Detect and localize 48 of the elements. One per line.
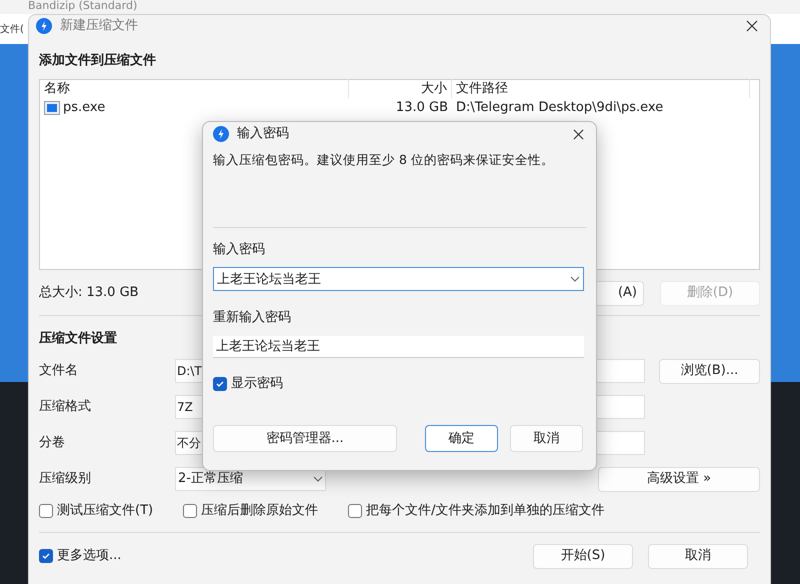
- button[interactable]: 浏览(B)...: [659, 358, 760, 384]
- button[interactable]: 确定: [425, 425, 498, 452]
- checkmark-icon: [215, 378, 225, 388]
- checkbox-label: 测试压缩文件(T): [57, 502, 154, 520]
- description: 输入压缩包密码。建议使用至少 8 位的密码来保证安全性。: [213, 151, 555, 169]
- checkbox[interactable]: [213, 376, 227, 390]
- column-header[interactable]: 大小: [349, 78, 452, 98]
- field-label: 分卷: [39, 434, 66, 452]
- column-header[interactable]: 文件路径: [452, 78, 750, 98]
- total-size: 总大小: 13.0 GB: [39, 284, 140, 302]
- password-field[interactable]: 上老王论坛当老王: [213, 336, 584, 358]
- window-title: Bandizip (Standard): [28, 0, 138, 11]
- app-logo-icon: [213, 126, 229, 142]
- checkbox-label: 显示密码: [231, 374, 283, 393]
- button[interactable]: 开始(S): [533, 544, 633, 568]
- checkbox[interactable]: [39, 549, 53, 563]
- section-heading: 压缩文件设置: [39, 330, 117, 348]
- file-icon: [44, 100, 60, 114]
- column-header[interactable]: 名称: [40, 78, 349, 98]
- field-label: 输入密码: [213, 240, 266, 259]
- chevron-down-icon: [313, 476, 323, 482]
- field-label: 压缩格式: [39, 398, 92, 416]
- app-logo-icon: [36, 18, 52, 34]
- table-cell-text: D:\Telegram Desktop\9di\ps.exe: [455, 98, 664, 117]
- menu-item[interactable]: 文件(: [0, 22, 24, 36]
- password-field[interactable]: 上老王论坛当老王: [213, 267, 584, 292]
- button[interactable]: 密码管理器...: [213, 425, 397, 452]
- field-label: 重新输入密码: [213, 309, 292, 328]
- close-icon[interactable]: [573, 128, 584, 140]
- field-label: 压缩级别: [39, 470, 92, 488]
- section-heading: 添加文件到压缩文件: [39, 52, 157, 70]
- table-cell-text: ps.exe: [63, 98, 106, 117]
- checkbox[interactable]: [183, 504, 198, 518]
- checkmark-icon: [41, 551, 51, 561]
- checkbox[interactable]: [348, 504, 362, 518]
- table-cell-text: 13.0 GB: [394, 98, 449, 117]
- button[interactable]: 取消: [648, 544, 748, 568]
- close-icon[interactable]: [746, 20, 758, 32]
- checkbox-label: 压缩后删除原始文件: [201, 502, 318, 520]
- button[interactable]: 高级设置 »: [598, 466, 760, 492]
- button[interactable]: 取消: [510, 425, 583, 452]
- field-label: 文件名: [39, 362, 79, 380]
- checkbox-label: 更多选项...: [57, 547, 122, 566]
- chevron-down-icon: [570, 276, 580, 282]
- checkbox[interactable]: [39, 504, 53, 518]
- checkbox-label: 把每个文件/文件夹添加到单独的压缩文件: [366, 502, 604, 520]
- dialog-title: 输入密码: [237, 125, 290, 144]
- window-title: 新建压缩文件: [60, 17, 139, 36]
